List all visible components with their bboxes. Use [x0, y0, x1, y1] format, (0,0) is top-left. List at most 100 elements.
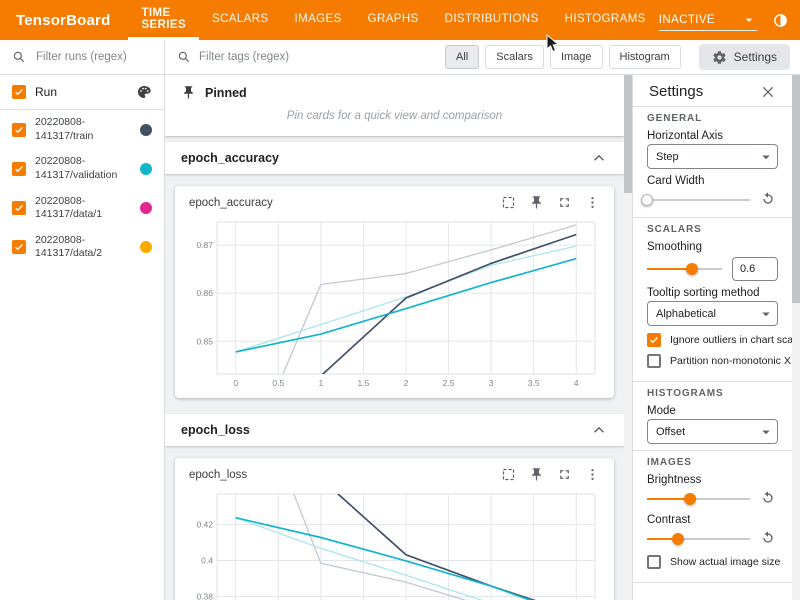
section-epoch_accuracy: epoch_accuracyepoch_accuracy00.511.522.5…: [165, 142, 624, 408]
tooltip-sort-select[interactable]: Alphabetical: [647, 301, 778, 326]
run-row: 20220808-141317/validation: [0, 149, 164, 188]
tab-time-series[interactable]: TIME SERIES: [128, 0, 199, 40]
section-header-epoch_loss[interactable]: epoch_loss: [165, 414, 624, 446]
svg-text:1.5: 1.5: [358, 378, 370, 388]
pinned-empty-hint: Pin cards for a quick view and compariso…: [165, 102, 624, 136]
gear-icon: [712, 50, 727, 65]
reset-contrast-icon[interactable]: [760, 530, 778, 548]
settings-button[interactable]: Settings: [699, 44, 790, 70]
data-status-dropdown[interactable]: INACTIVE: [659, 9, 757, 31]
main-content: Pinned Pin cards for a quick view and co…: [165, 75, 632, 600]
histogram-mode-select[interactable]: Offset: [647, 419, 778, 444]
chevron-down-icon: [757, 423, 775, 441]
histograms-heading: HISTOGRAMS: [647, 388, 778, 399]
chevron-down-icon: [757, 305, 775, 323]
pin-card-icon[interactable]: [529, 467, 544, 482]
svg-text:4: 4: [574, 378, 579, 388]
tab-scalars[interactable]: SCALARS: [199, 0, 282, 40]
pin-card-icon[interactable]: [529, 195, 544, 210]
slider-thumb[interactable]: [672, 533, 684, 545]
horizontal-axis-value: Step: [656, 151, 679, 163]
svg-text:2.5: 2.5: [443, 378, 455, 388]
run-checkbox[interactable]: [12, 201, 26, 215]
svg-text:3: 3: [489, 378, 494, 388]
horizontal-axis-select[interactable]: Step: [647, 144, 778, 169]
chart-holder: 00.511.522.533.540.850.860.87: [183, 212, 606, 396]
smoothing-value-input[interactable]: 0.6: [732, 257, 778, 281]
slider-thumb[interactable]: [686, 263, 698, 275]
run-color-dot: [140, 202, 152, 214]
partition-x-checkbox[interactable]: [647, 354, 661, 368]
collapse-section-icon[interactable]: [590, 421, 608, 439]
fullscreen-icon[interactable]: [557, 195, 572, 210]
filter-chip-histogram[interactable]: Histogram: [609, 45, 681, 69]
fullscreen-icon[interactable]: [557, 467, 572, 482]
status-value: INACTIVE: [659, 14, 715, 26]
reset-card-width-icon[interactable]: [760, 191, 778, 209]
divider: [633, 582, 792, 583]
filter-tags-input[interactable]: [197, 50, 439, 64]
filter-runs-input[interactable]: [34, 50, 152, 64]
slider-thumb[interactable]: [641, 194, 653, 206]
smoothing-label: Smoothing: [647, 241, 778, 253]
filter-chip-all[interactable]: All: [445, 45, 479, 69]
section-header-epoch_accuracy[interactable]: epoch_accuracy: [165, 142, 624, 174]
tab-graphs[interactable]: GRAPHS: [355, 0, 432, 40]
svg-text:0.86: 0.86: [196, 288, 213, 298]
show-actual-size-checkbox[interactable]: [647, 555, 661, 569]
run-row: 20220808-141317/data/2: [0, 228, 164, 267]
run-checkbox[interactable]: [12, 123, 26, 137]
more-options-icon[interactable]: [585, 467, 600, 482]
run-row: 20220808-141317/data/1: [0, 189, 164, 228]
settings-histograms-section: HISTOGRAMS Mode Offset: [647, 388, 778, 450]
run-label: 20220808-141317/data/1: [35, 195, 131, 222]
tooltip-sort-value: Alphabetical: [656, 308, 716, 320]
contrast-slider[interactable]: [647, 538, 750, 540]
close-icon[interactable]: [760, 84, 776, 100]
scrollbar-thumb[interactable]: [624, 75, 632, 193]
scrollbar-thumb[interactable]: [792, 75, 800, 303]
filter-chip-image[interactable]: Image: [550, 45, 603, 69]
general-heading: GENERAL: [647, 113, 778, 124]
card-title: epoch_accuracy: [189, 197, 501, 209]
ignore-outliers-checkbox[interactable]: [647, 333, 661, 347]
run-color-dot: [140, 163, 152, 175]
chart-epoch_loss[interactable]: 00.511.522.533.540.360.380.40.42: [183, 486, 605, 600]
settings-scalars-section: SCALARS Smoothing 0.6 Tooltip sorting me…: [647, 224, 778, 381]
tab-histograms[interactable]: HISTOGRAMS: [552, 0, 659, 40]
card-width-slider[interactable]: [647, 199, 750, 201]
run-checkbox[interactable]: [12, 162, 26, 176]
palette-icon[interactable]: [136, 84, 152, 100]
settings-scrollbar[interactable]: [792, 75, 800, 600]
contrast-toggle-icon[interactable]: [772, 11, 790, 29]
contrast-label: Contrast: [647, 514, 778, 526]
top-bar: TensorBoard TIME SERIESSCALARSIMAGESGRAP…: [0, 0, 800, 40]
collapse-section-icon[interactable]: [590, 149, 608, 167]
select-all-runs-checkbox[interactable]: [12, 85, 26, 99]
filter-toolbar-row: AllScalarsImageHistogram Settings: [0, 40, 800, 75]
run-checkbox[interactable]: [12, 240, 26, 254]
card-width-label: Card Width: [647, 175, 778, 187]
run-label: 20220808-141317/validation: [35, 155, 131, 182]
svg-text:1: 1: [318, 378, 323, 388]
tab-distributions[interactable]: DISTRIBUTIONS: [432, 0, 552, 40]
svg-text:0.4: 0.4: [201, 556, 213, 566]
smoothing-slider[interactable]: [647, 268, 722, 270]
chevron-down-icon: [757, 148, 775, 166]
reset-brightness-icon[interactable]: [760, 490, 778, 508]
data-selection-icon[interactable]: [501, 467, 516, 482]
svg-text:0: 0: [233, 378, 238, 388]
top-bar-actions: INACTIVE ?: [659, 0, 800, 40]
filter-chip-scalars[interactable]: Scalars: [485, 45, 544, 69]
main-scrollbar[interactable]: [624, 75, 632, 600]
more-options-icon[interactable]: [585, 195, 600, 210]
tab-images[interactable]: IMAGES: [282, 0, 355, 40]
chart-epoch_accuracy[interactable]: 00.511.522.533.540.850.860.87: [183, 214, 605, 392]
data-selection-icon[interactable]: [501, 195, 516, 210]
run-label: 20220808-141317/data/2: [35, 234, 131, 261]
images-heading: IMAGES: [647, 457, 778, 468]
slider-thumb[interactable]: [684, 493, 696, 505]
divider: [633, 381, 792, 382]
card-title: epoch_loss: [189, 469, 501, 481]
brightness-slider[interactable]: [647, 498, 750, 500]
